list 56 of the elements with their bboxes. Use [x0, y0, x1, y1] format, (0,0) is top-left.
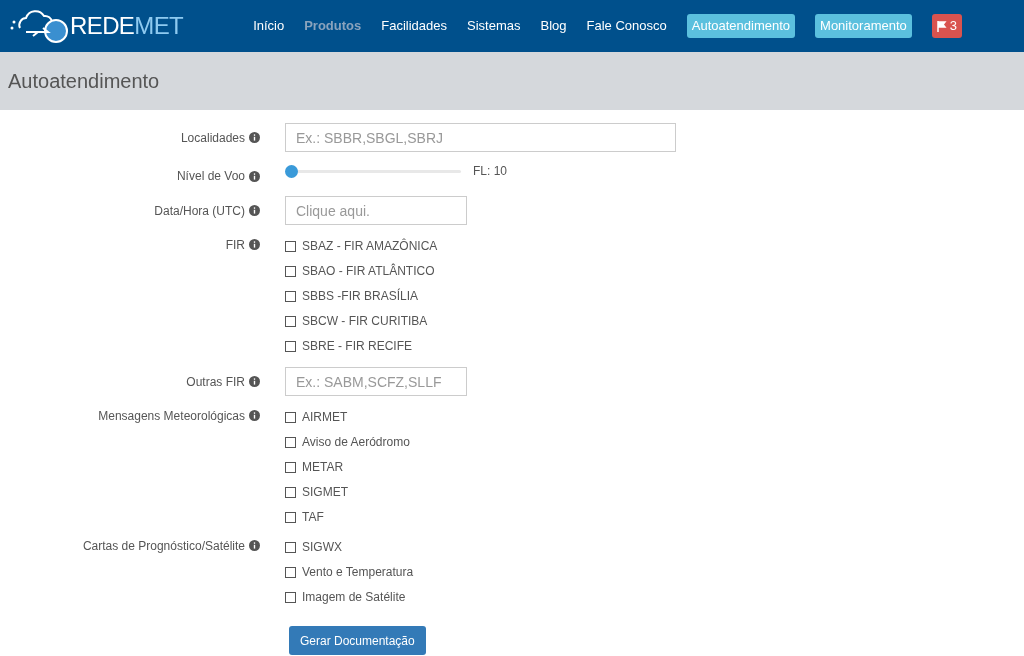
- field-label: Outras FIR: [186, 373, 245, 391]
- info-icon: [249, 540, 260, 551]
- slider[interactable]: [285, 164, 461, 178]
- checkbox[interactable]: [285, 265, 296, 277]
- nav-link[interactable]: Fale Conosco: [586, 16, 667, 36]
- page-title: Autoatendimento: [8, 69, 160, 94]
- checkbox-label: SIGWX: [302, 539, 342, 556]
- checkbox-label: AIRMET: [302, 409, 348, 426]
- checkbox[interactable]: [285, 511, 296, 523]
- info-icon: [249, 205, 260, 216]
- checkbox[interactable]: [285, 436, 296, 448]
- checkbox-label: Aviso de Aeródromo: [302, 434, 410, 451]
- nav-link[interactable]: Início: [253, 16, 285, 36]
- field-label: Nível de Voo: [176, 168, 245, 185]
- field-label: Mensagens Meteorológicas: [98, 407, 245, 425]
- checkbox[interactable]: [285, 290, 296, 302]
- checkbox-label: SBBS -FIR BRASÍLIA: [302, 287, 419, 305]
- nav-link[interactable]: Facilidades: [381, 16, 448, 36]
- text-field[interactable]: Ex.: SBBR,SBGL,SBRJ: [285, 123, 676, 152]
- nav-link[interactable]: Sistemas: [467, 16, 521, 36]
- checkbox[interactable]: [285, 461, 296, 473]
- logo-text: REDEMET: [70, 11, 184, 41]
- slider-value: FL: 10: [473, 163, 508, 180]
- checkbox[interactable]: [285, 566, 296, 578]
- checkbox[interactable]: [285, 240, 296, 252]
- text-field[interactable]: Ex.: SABM,SCFZ,SLLF: [285, 367, 467, 396]
- generate-button[interactable]: Gerar Documentação: [289, 626, 426, 655]
- checkbox-label: SBCW - FIR CURITIBA: [302, 313, 428, 330]
- checkbox-label: Imagem de Satélite: [302, 589, 406, 606]
- checkbox-label: METAR: [302, 459, 344, 476]
- checkbox[interactable]: [285, 591, 296, 603]
- flag-icon: [936, 20, 947, 32]
- checkbox-label: SIGMET: [302, 484, 348, 501]
- alerts-button[interactable]: 3: [931, 14, 962, 38]
- slider-thumb[interactable]: [285, 164, 298, 178]
- info-icon: [249, 239, 260, 250]
- checkbox-label: Vento e Temperatura: [302, 564, 414, 581]
- checkbox-label: SBRE - FIR RECIFE: [302, 338, 412, 355]
- checkbox-label: SBAO - FIR ATLÂNTICO: [302, 262, 435, 280]
- checkbox[interactable]: [285, 486, 296, 498]
- checkbox-label: TAF: [302, 509, 324, 526]
- checkbox-label: SBAZ - FIR AMAZÔNICA: [302, 237, 438, 255]
- info-icon: [249, 170, 260, 182]
- field-label: Data/Hora (UTC): [154, 202, 245, 220]
- checkbox[interactable]: [285, 340, 296, 352]
- info-icon: [249, 376, 260, 387]
- field-label: Localidades: [180, 129, 245, 147]
- field-label: FIR: [225, 236, 245, 254]
- info-icon: [249, 132, 260, 143]
- nav-link[interactable]: Blog: [540, 16, 567, 36]
- checkbox[interactable]: [285, 315, 296, 327]
- checkbox[interactable]: [285, 541, 296, 553]
- field-label: Cartas de Prognóstico/Satélite: [82, 537, 245, 555]
- text-field[interactable]: Clique aqui.: [285, 196, 467, 225]
- info-icon: [249, 410, 260, 421]
- checkbox[interactable]: [285, 411, 296, 423]
